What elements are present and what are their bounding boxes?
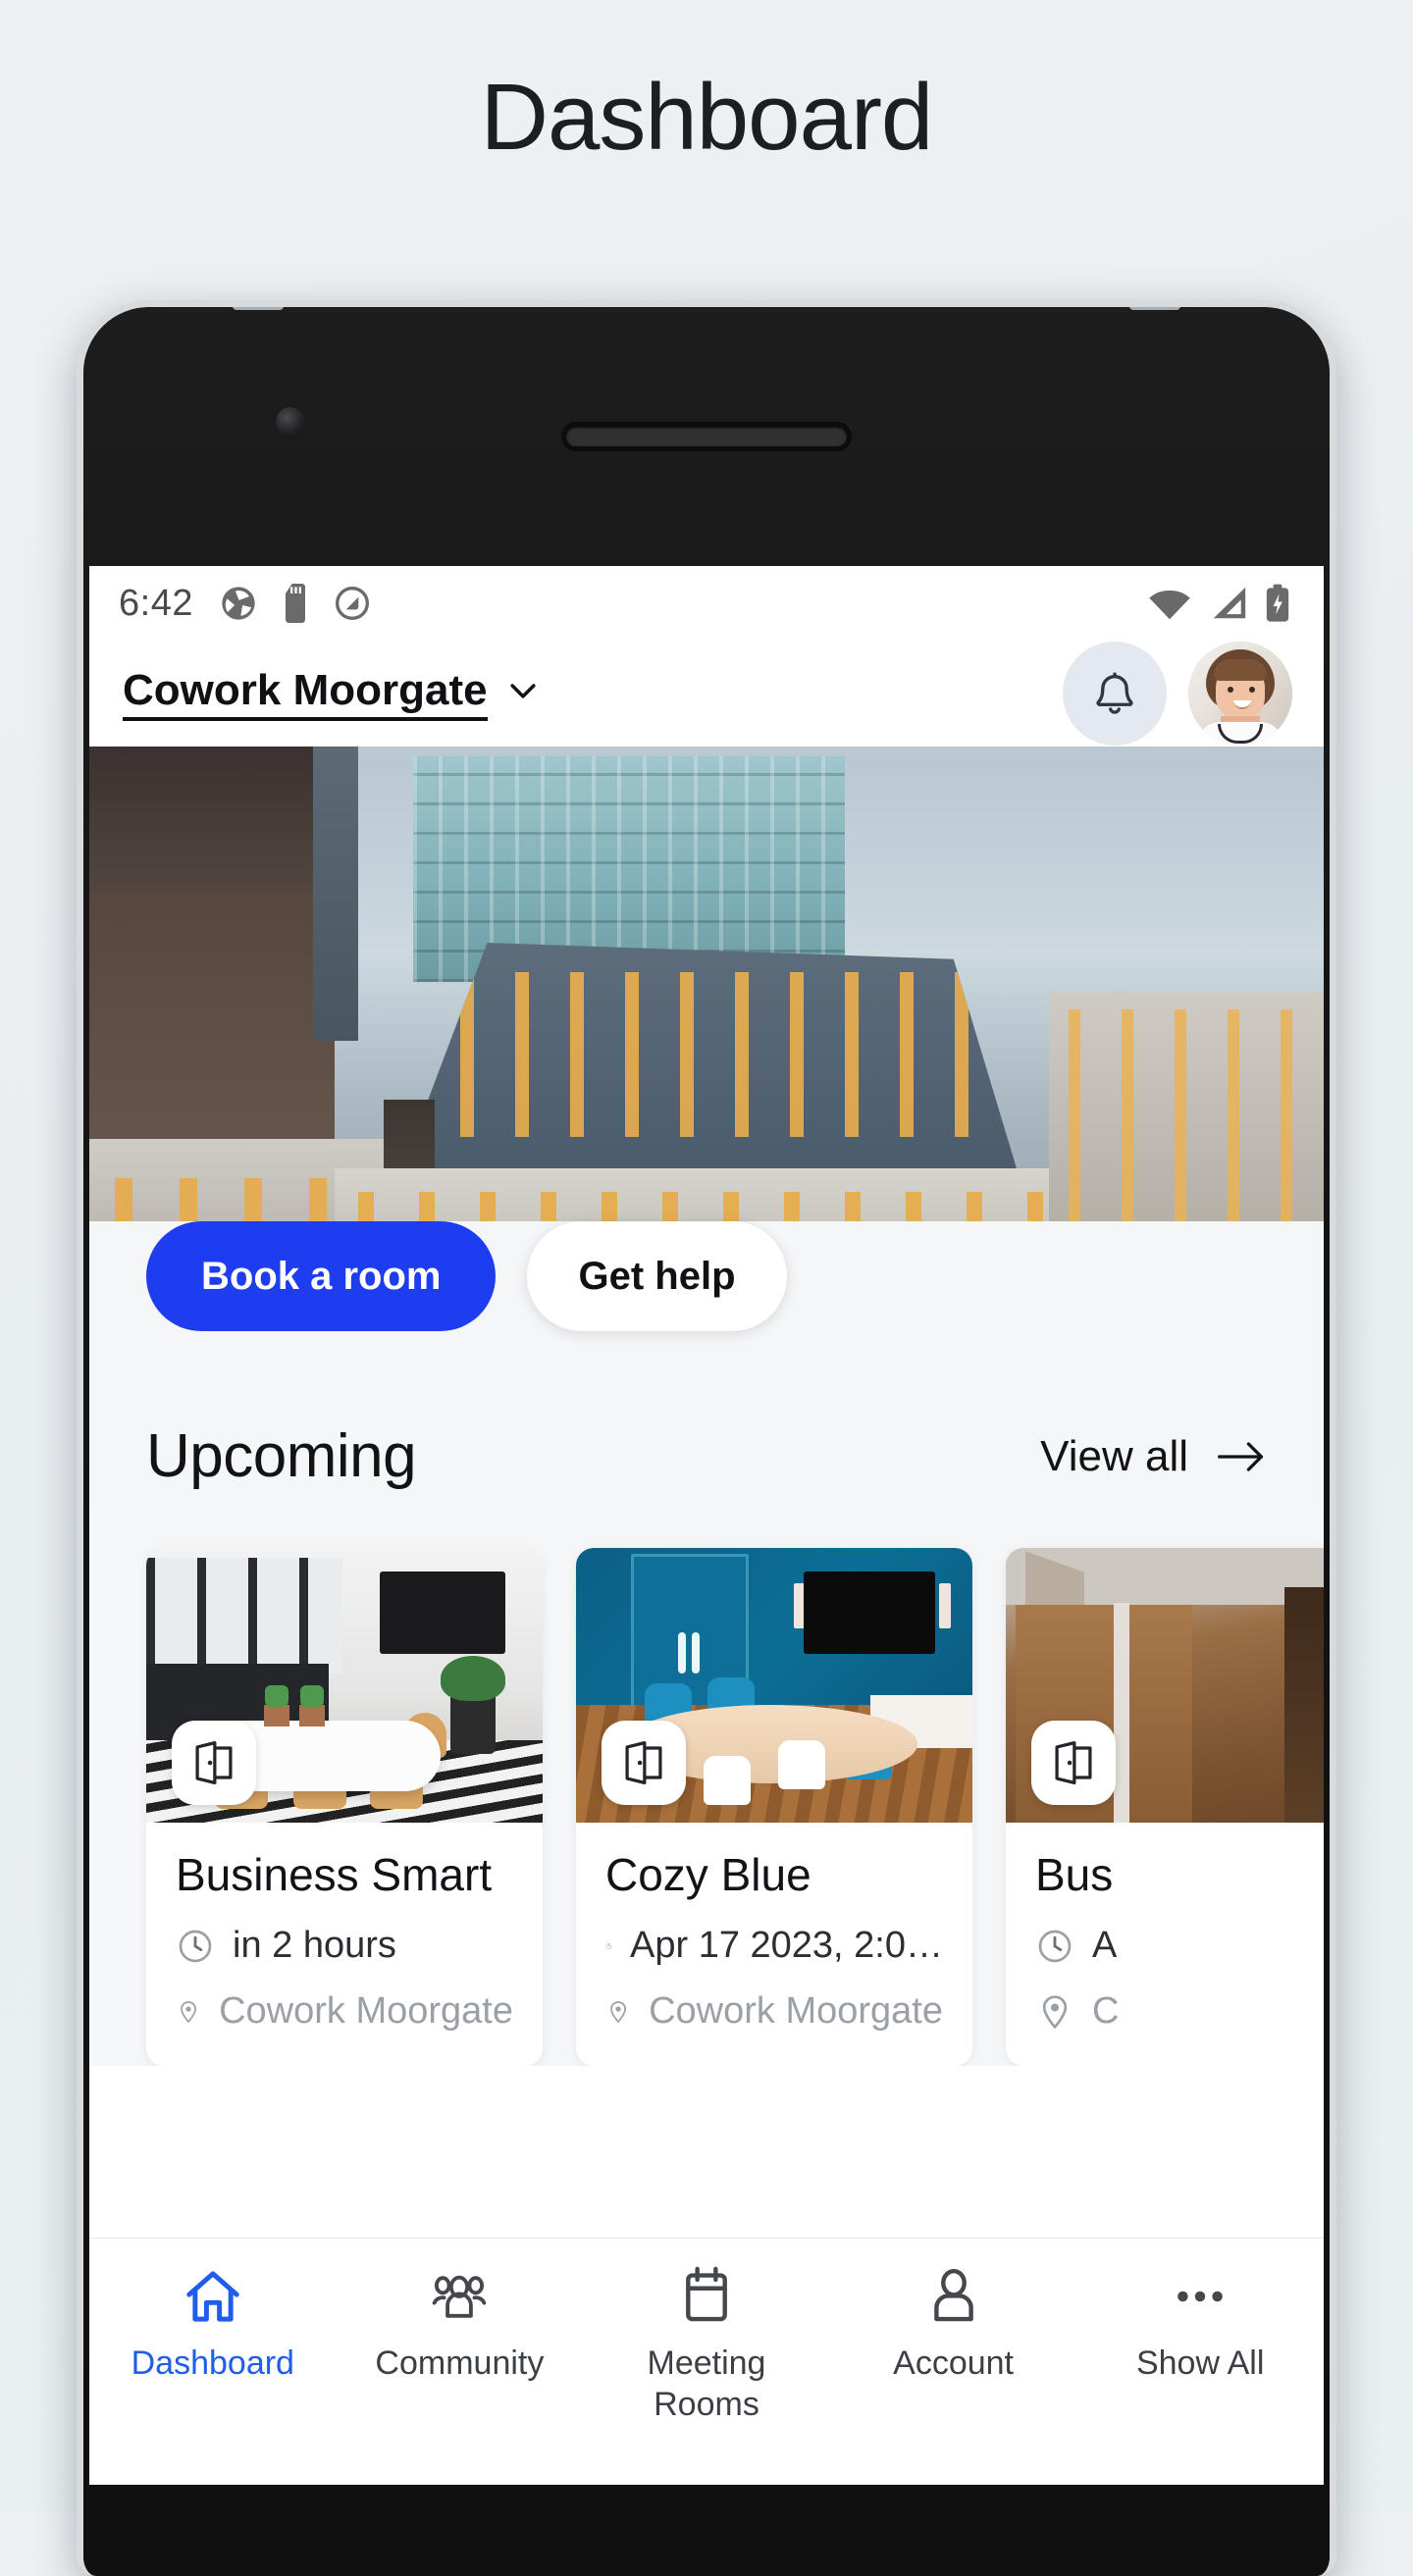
map-pin-icon [1042, 1994, 1068, 2029]
phone-device-frame: 6:42 Cowork Moorgate Book a room Get hel… [77, 300, 1336, 2576]
upcoming-card[interactable]: Business Smart in 2 hours Cowork Moorgat… [146, 1548, 543, 2066]
header-actions [1063, 642, 1292, 746]
card-body: Bus A C [1006, 1823, 1324, 2066]
nav-item-account[interactable]: Account [830, 2264, 1077, 2384]
open-door-icon [1031, 1721, 1116, 1805]
status-bar-left-icons [219, 584, 372, 623]
nav-label: Dashboard [131, 2344, 294, 2382]
view-all-label: View all [1040, 1431, 1188, 1480]
frame-nub-left [233, 307, 284, 310]
card-body: Cozy Blue Apr 17 2023, 2:0… Cowork Moorg… [576, 1823, 972, 2066]
card-thumbnail [146, 1548, 543, 1823]
chevron-down-icon [509, 684, 536, 698]
frame-nub-right [1129, 307, 1180, 310]
people-icon [433, 2275, 487, 2318]
card-location: Cowork Moorgate [219, 1990, 513, 2032]
section-title: Upcoming [146, 1422, 417, 1490]
nav-label: Account [893, 2344, 1014, 2382]
status-bar-clock: 6:42 [119, 582, 193, 624]
person-icon [933, 2268, 973, 2322]
card-time-row: A [1035, 1925, 1324, 1967]
card-location-row: Cowork Moorgate [605, 1990, 943, 2033]
card-title: Cozy Blue [605, 1849, 811, 1900]
card-time: Apr 17 2023, 2:0… [630, 1925, 943, 1966]
open-door-icon [172, 1721, 256, 1805]
arrow-right-icon [1218, 1441, 1264, 1471]
status-bar: 6:42 [89, 566, 1324, 641]
device-bezel: 6:42 Cowork Moorgate Book a room Get hel… [83, 307, 1330, 2576]
home-icon [186, 2271, 239, 2322]
card-body: Business Smart in 2 hours Cowork Moorgat… [146, 1823, 543, 2066]
upcoming-card[interactable]: Cozy Blue Apr 17 2023, 2:0… Cowork Moorg… [576, 1548, 972, 2066]
camera-shutter-icon [222, 587, 255, 620]
cellular-signal-icon [1213, 587, 1246, 619]
card-location-row: C [1035, 1990, 1324, 2033]
sd-card-icon [285, 584, 305, 623]
card-time-row: Apr 17 2023, 2:0… [605, 1925, 943, 1967]
page-title: Dashboard [480, 65, 934, 170]
nav-item-show-all[interactable]: Show All [1076, 2264, 1324, 2384]
earpiece-speaker [566, 427, 847, 446]
nav-item-dashboard[interactable]: Dashboard [89, 2264, 337, 2384]
view-all-button[interactable]: View all [1040, 1432, 1267, 1481]
do-not-disturb-icon [335, 587, 369, 620]
nav-label: Meeting Rooms [647, 2344, 766, 2424]
left-side-button[interactable] [77, 491, 81, 566]
card-thumbnail [576, 1548, 972, 1823]
card-thumbnail [1006, 1548, 1324, 1823]
get-help-button[interactable]: Get help [527, 1221, 787, 1331]
upcoming-card[interactable]: Bus A C [1006, 1548, 1324, 2066]
phone-screen: 6:42 Cowork Moorgate Book a room Get hel… [89, 566, 1324, 2485]
card-location: Cowork Moorgate [649, 1990, 943, 2032]
nav-label: Community [375, 2344, 545, 2382]
book-a-room-button[interactable]: Book a room [146, 1221, 497, 1331]
clock-icon [179, 1930, 212, 1962]
clock-icon [1038, 1930, 1072, 1962]
ellipsis-icon [1178, 2291, 1223, 2302]
hero-image [89, 747, 1324, 1292]
bottom-navigation: Dashboard Community Meeting Rooms Accoun… [89, 2238, 1324, 2485]
card-location-row: Cowork Moorgate [176, 1990, 513, 2033]
app-header: Cowork Moorgate [89, 641, 1324, 747]
upcoming-header: Upcoming View all [89, 1368, 1324, 1491]
clock-icon [605, 1942, 612, 1949]
hero-actions: Book a room Get help [89, 1221, 1324, 1368]
bell-icon [1096, 672, 1133, 714]
card-location: C [1092, 1990, 1120, 2032]
volume-button[interactable] [1331, 966, 1336, 1113]
upcoming-section: Upcoming View all Business Smart in 2 ho… [89, 1368, 1324, 2066]
location-name: Cowork Moorgate [123, 666, 488, 721]
open-door-icon [602, 1721, 686, 1805]
upcoming-card-rail[interactable]: Business Smart in 2 hours Cowork Moorgat… [89, 1491, 1324, 2066]
nav-item-community[interactable]: Community [337, 2264, 584, 2384]
calendar-icon [686, 2266, 727, 2322]
status-bar-right-icons [1147, 583, 1290, 624]
wifi-icon [1149, 590, 1190, 620]
map-pin-icon [181, 2000, 196, 2023]
front-camera [276, 407, 305, 437]
card-title: Bus [1035, 1849, 1114, 1900]
nav-item-meeting-rooms[interactable]: Meeting Rooms [583, 2264, 830, 2425]
card-time-row: in 2 hours [176, 1925, 513, 1967]
card-time: A [1092, 1925, 1118, 1966]
map-pin-icon [610, 2000, 626, 2023]
notifications-button[interactable] [1063, 642, 1167, 746]
location-selector[interactable]: Cowork Moorgate [123, 666, 543, 721]
card-title: Business Smart [176, 1849, 493, 1900]
power-button[interactable] [1331, 1170, 1336, 1406]
nav-label: Show All [1135, 2344, 1265, 2382]
avatar[interactable] [1188, 642, 1292, 746]
battery-charging-icon [1266, 584, 1289, 622]
card-time: in 2 hours [233, 1925, 396, 1966]
